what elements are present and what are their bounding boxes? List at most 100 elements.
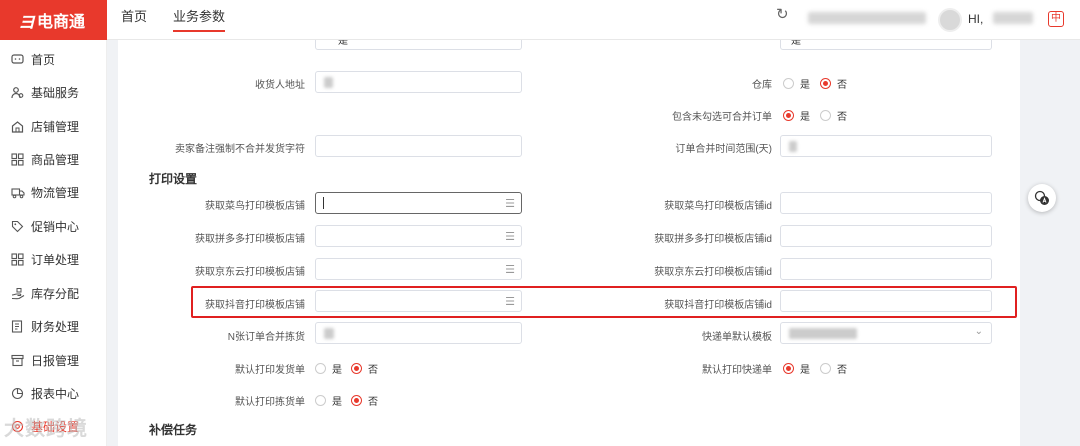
- cainiao-shop-label: 获取菜鸟打印模板店铺: [205, 201, 305, 212]
- radio-dot: [820, 110, 831, 121]
- pdd-shop-field[interactable]: ☰: [315, 225, 522, 247]
- radio-dot-selected: [783, 110, 794, 121]
- warehouse-radio-no[interactable]: 否: [820, 76, 847, 91]
- sidebar-item-logistics[interactable]: 物流管理: [10, 182, 79, 202]
- radio-dot-selected: [820, 78, 831, 89]
- grid-icon: [10, 152, 25, 167]
- archive-icon: [10, 353, 25, 368]
- truck-icon: [10, 185, 25, 200]
- sidebar-item-reports[interactable]: 报表中心: [10, 383, 79, 403]
- print-delivery-radio-no[interactable]: 否: [351, 361, 378, 376]
- redacted-value: [324, 328, 334, 339]
- language-badge[interactable]: 中: [1048, 11, 1064, 27]
- print-express-radio-yes[interactable]: 是: [783, 361, 810, 376]
- grid-icon: [10, 252, 25, 267]
- print-picking-radio-no[interactable]: 否: [351, 393, 378, 408]
- top-partial-right-field[interactable]: 是: [780, 40, 992, 50]
- express-default-select[interactable]: ⌄: [780, 322, 992, 344]
- redacted-value: [789, 141, 797, 152]
- tab-home[interactable]: 首页: [121, 0, 147, 40]
- merge-time-field[interactable]: [780, 135, 992, 157]
- merge-time-label: 订单合并时间范围(天): [675, 144, 772, 155]
- sidebar-item-label: 物流管理: [31, 185, 80, 200]
- warehouse-label: 仓库: [752, 80, 772, 91]
- jd-shop-field[interactable]: ☰: [315, 258, 522, 280]
- hand-icon: [10, 286, 25, 301]
- include-radio-yes[interactable]: 是: [783, 108, 810, 123]
- translate-icon[interactable]: [1028, 184, 1056, 212]
- redacted-value: [789, 328, 857, 339]
- receiver-address-label: 收货人地址: [255, 80, 305, 91]
- sidebar-item-basic-service[interactable]: 基础服务: [10, 82, 79, 102]
- radio-dot: [783, 78, 794, 89]
- tag-icon: [10, 219, 25, 234]
- print-express-radio-no[interactable]: 否: [820, 361, 847, 376]
- sidebar-item-label: 订单处理: [31, 252, 80, 267]
- text-caret: [323, 197, 324, 209]
- cainiao-shop-field[interactable]: ☰: [315, 192, 522, 214]
- print-picking-label: 默认打印拣货单: [235, 397, 305, 408]
- sidebar: 首页 基础服务 店铺管理 商品管理 物流管理 促销中心 订单处理 库存分配 财务…: [0, 40, 107, 446]
- print-delivery-label: 默认打印发货单: [235, 365, 305, 376]
- sidebar-item-label: 首页: [31, 52, 56, 67]
- message-icon: [10, 52, 25, 67]
- list-icon[interactable]: ☰: [505, 263, 515, 276]
- refresh-icon[interactable]: ↻: [776, 5, 789, 23]
- radio-dot: [315, 363, 326, 374]
- app-logo[interactable]: ヨ 电商通: [0, 0, 107, 40]
- jd-shop-id-label: 获取京东云打印模板店铺id: [654, 267, 772, 278]
- sidebar-item-label: 日报管理: [31, 353, 80, 368]
- jd-shop-label: 获取京东云打印模板店铺: [195, 267, 305, 278]
- receiver-address-field[interactable]: [315, 71, 522, 93]
- radio-dot-selected: [351, 363, 362, 374]
- compensation-section-title: 补偿任务: [149, 423, 198, 437]
- sidebar-item-daily-report[interactable]: 日报管理: [10, 350, 79, 370]
- tab-business-params[interactable]: 业务参数: [173, 0, 226, 32]
- express-default-label: 快递单默认模板: [702, 332, 772, 343]
- sidebar-item-promotion[interactable]: 促销中心: [10, 216, 79, 236]
- chart-icon: [10, 386, 25, 401]
- print-picking-radio-yes[interactable]: 是: [315, 393, 342, 408]
- avatar[interactable]: [938, 8, 962, 32]
- seller-note-field[interactable]: [315, 135, 522, 157]
- chevron-down-icon: ⌄: [974, 326, 983, 337]
- top-bar: ヨ 电商通 首页 业务参数 ↻ HI, 中: [0, 0, 1080, 40]
- seller-note-label: 卖家备注强制不合并发货字符: [175, 144, 305, 155]
- sidebar-item-product[interactable]: 商品管理: [10, 149, 79, 169]
- radio-dot-selected: [783, 363, 794, 374]
- jd-shop-id-field[interactable]: [780, 258, 992, 280]
- cainiao-shop-id-field[interactable]: [780, 192, 992, 214]
- print-delivery-radio-yes[interactable]: 是: [315, 361, 342, 376]
- pdd-shop-label: 获取拼多多打印模板店铺: [195, 234, 305, 245]
- n-orders-label: N张订单合并拣货: [227, 332, 305, 343]
- sidebar-item-store[interactable]: 店铺管理: [10, 116, 79, 136]
- sidebar-item-label: 商品管理: [31, 152, 80, 167]
- store-icon: [10, 119, 25, 134]
- ledger-icon: [10, 319, 25, 334]
- radio-dot: [820, 363, 831, 374]
- sidebar-item-label: 基础服务: [31, 85, 80, 100]
- pdd-shop-id-field[interactable]: [780, 225, 992, 247]
- sidebar-item-label: 库存分配: [31, 286, 80, 301]
- logo-text: 电商通: [37, 14, 86, 31]
- sidebar-item-finance[interactable]: 财务处理: [10, 316, 79, 336]
- settings-form: 是 是 收货人地址 仓库 是 否 包含未勾选可合并订单 是 否 卖家备注强制不合…: [118, 40, 1020, 446]
- include-radio-no[interactable]: 否: [820, 108, 847, 123]
- sidebar-item-label: 报表中心: [31, 386, 80, 401]
- sidebar-item-order[interactable]: 订单处理: [10, 249, 79, 269]
- n-orders-field[interactable]: [315, 322, 522, 344]
- top-partial-left-field[interactable]: 是: [315, 40, 522, 50]
- warehouse-radio-yes[interactable]: 是: [783, 76, 810, 91]
- list-icon[interactable]: ☰: [505, 197, 515, 210]
- greeting: HI,: [968, 12, 984, 26]
- sidebar-item-inventory[interactable]: 库存分配: [10, 283, 79, 303]
- username-redacted: [993, 12, 1033, 24]
- sidebar-item-label: 店铺管理: [31, 119, 80, 134]
- users-icon: [10, 85, 25, 100]
- list-icon[interactable]: ☰: [505, 230, 515, 243]
- sidebar-item-home[interactable]: 首页: [10, 49, 55, 69]
- cainiao-shop-id-label: 获取菜鸟打印模板店铺id: [664, 201, 772, 212]
- sidebar-item-label: 促销中心: [31, 219, 80, 234]
- watermark: 大数跨境: [4, 418, 88, 440]
- print-section-title: 打印设置: [149, 172, 198, 186]
